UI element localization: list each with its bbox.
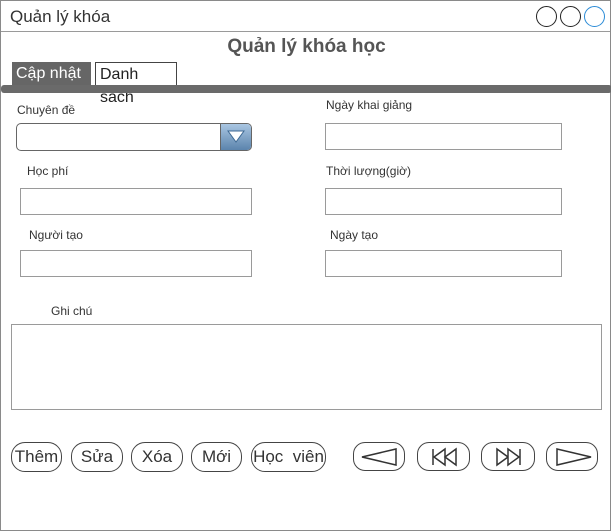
last-record-button[interactable]: [546, 442, 598, 471]
notes-label: Ghi chú: [51, 304, 93, 318]
add-button[interactable]: Thêm: [11, 442, 62, 472]
page-title: Quản lý khóa học: [227, 36, 386, 57]
previous-record-button[interactable]: [417, 442, 470, 471]
last-record-icon: [556, 448, 592, 466]
first-record-button[interactable]: [353, 442, 405, 471]
topic-label: Chuyên đề: [17, 103, 76, 117]
created-date-label: Ngày tạo: [330, 228, 379, 242]
fee-label: Học phí: [27, 164, 69, 178]
duration-field[interactable]: [325, 188, 562, 215]
new-button[interactable]: Mới: [191, 442, 242, 472]
edit-button[interactable]: Sửa: [71, 442, 123, 472]
creator-label: Người tạo: [29, 228, 83, 242]
start-date-field[interactable]: [325, 123, 562, 150]
app-window: Quản lý khóa Quản lý khóa học Cập nhật D…: [0, 0, 611, 531]
delete-button[interactable]: Xóa: [131, 442, 183, 472]
window-title: Quản lý khóa: [10, 7, 111, 26]
previous-record-icon: [432, 447, 457, 467]
start-date-label: Ngày khai giảng: [326, 98, 413, 112]
created-date-field[interactable]: [325, 250, 562, 277]
creator-field[interactable]: [20, 250, 252, 277]
tab-bar-divider: [1, 85, 611, 93]
tab-update[interactable]: Cập nhật: [12, 62, 91, 85]
first-record-icon: [361, 448, 397, 466]
duration-label: Thời lượng(giờ): [326, 164, 411, 178]
next-record-icon: [496, 447, 521, 467]
title-bar: Quản lý khóa: [1, 1, 610, 32]
tab-list[interactable]: Danh sách: [95, 62, 177, 106]
students-button[interactable]: Học viên: [251, 442, 326, 472]
minimize-button[interactable]: [536, 6, 557, 27]
chevron-down-icon: [227, 130, 245, 143]
notes-textarea[interactable]: [11, 324, 602, 410]
topic-dropdown[interactable]: [16, 123, 252, 151]
restore-button[interactable]: [560, 6, 581, 27]
close-button[interactable]: [584, 6, 605, 27]
fee-field[interactable]: [20, 188, 252, 215]
dropdown-arrow-button[interactable]: [220, 124, 251, 150]
next-record-button[interactable]: [481, 442, 535, 471]
